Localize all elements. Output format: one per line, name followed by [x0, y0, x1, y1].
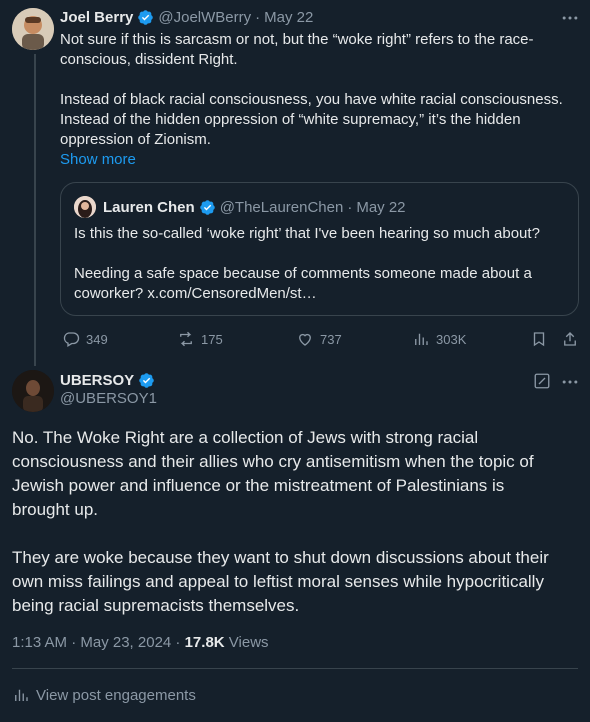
views-icon — [415, 333, 428, 345]
thread-connector-line — [34, 54, 36, 366]
quote-body: Is this the so-called ‘woke right’ that … — [74, 224, 569, 304]
repost-icon — [180, 331, 192, 347]
like-button[interactable]: 737 — [296, 329, 342, 349]
avatar-lauren-chen — [74, 196, 96, 218]
dot-separator: · — [255, 9, 261, 26]
text-line: Jewish power and influence or the mistre… — [12, 476, 505, 495]
bookmark-icon — [533, 332, 545, 347]
more-icon — [562, 16, 578, 20]
more-icon — [562, 380, 578, 384]
avatar-joel-berry-image — [12, 8, 54, 50]
text-line: Needing a safe space because of comments… — [74, 265, 532, 282]
quote-date: May 22 — [356, 198, 406, 216]
text-line: coworker? x.com/CensoredMen/st… — [74, 285, 317, 302]
divider — [12, 668, 578, 669]
views-count: 303K — [436, 331, 467, 347]
repost-count: 175 — [201, 331, 223, 347]
avatar-ubersoy[interactable] — [12, 370, 54, 412]
text-line: oppression of Zionism. — [60, 131, 211, 148]
views-button[interactable]: 303K — [412, 329, 466, 349]
avatar-joel-berry[interactable] — [12, 8, 54, 50]
author-name[interactable]: UBERSOY — [60, 372, 134, 389]
post-timestamp-row: 1:13 AM · May 23, 2024 · 17.8K Views — [12, 634, 269, 651]
author-handle[interactable]: @UBERSOY1 — [60, 390, 157, 407]
text-line: conscious, dissident Right. — [60, 51, 238, 68]
reply-header: UBERSOY @UBERSOY1 — [60, 372, 157, 407]
post-date[interactable]: May 22 — [264, 9, 313, 26]
text-line: consciousness and their allies who cry a… — [12, 452, 534, 471]
post-timestamp[interactable]: 1:13 AM · May 23, 2024 · — [12, 634, 185, 651]
text-line: Instead of the hidden oppression of “whi… — [60, 111, 521, 128]
like-count: 737 — [320, 331, 342, 347]
verified-badge-icon — [199, 199, 215, 215]
share-icon — [564, 332, 576, 346]
view-engagements-link[interactable]: View post engagements — [12, 686, 196, 704]
text-line: brought up. — [12, 500, 99, 519]
edit-icon — [534, 373, 550, 389]
reply-button[interactable]: 349 — [62, 329, 108, 349]
show-more-link[interactable]: Show more — [60, 150, 585, 170]
avatar-ubersoy-image — [12, 370, 54, 412]
quote-header: Lauren Chen @TheLaurenChen · May 22 — [74, 196, 406, 218]
share-button[interactable] — [561, 329, 579, 349]
text-line: No. The Woke Right are a collection of J… — [12, 428, 479, 447]
bookmark-button[interactable] — [530, 329, 548, 349]
more-button[interactable] — [560, 8, 582, 28]
edit-button[interactable] — [533, 372, 553, 392]
reply-body: No. The Woke Right are a collection of J… — [12, 426, 582, 618]
view-engagements-label: View post engagements — [36, 686, 196, 704]
quote-author-handle: @TheLaurenChen — [219, 198, 344, 216]
parent-body: Not sure if this is sarcasm or not, but … — [60, 30, 585, 170]
more-button[interactable] — [560, 372, 582, 392]
like-icon — [299, 333, 311, 346]
reply-icon — [63, 332, 80, 347]
text-line: Instead of black racial consciousness, y… — [60, 91, 563, 108]
parent-header: Joel Berry @JoelWBerry · May 22 — [60, 9, 313, 26]
quote-author-name: Lauren Chen — [103, 198, 195, 216]
verified-badge-icon — [138, 10, 154, 25]
reply-count: 349 — [86, 331, 108, 347]
dot-separator: · — [347, 198, 353, 216]
author-name[interactable]: Joel Berry — [60, 9, 133, 26]
views-label: Views — [224, 634, 269, 651]
verified-badge-icon — [139, 373, 154, 388]
text-line: own miss failings and appeal to leftist … — [12, 572, 544, 591]
quoted-post[interactable]: Lauren Chen @TheLaurenChen · May 22 Is t… — [60, 182, 579, 316]
analytics-icon — [15, 689, 28, 701]
text-line: Not sure if this is sarcasm or not, but … — [60, 31, 534, 48]
text-line: They are woke because they want to shut … — [12, 548, 549, 567]
text-line: Is this the so-called ‘woke right’ that … — [74, 225, 540, 242]
views-count: 17.8K — [184, 634, 225, 651]
repost-button[interactable]: 175 — [177, 329, 223, 349]
author-handle[interactable]: @JoelWBerry — [158, 9, 251, 26]
text-line: being racial supremacists themselves. — [12, 596, 300, 615]
